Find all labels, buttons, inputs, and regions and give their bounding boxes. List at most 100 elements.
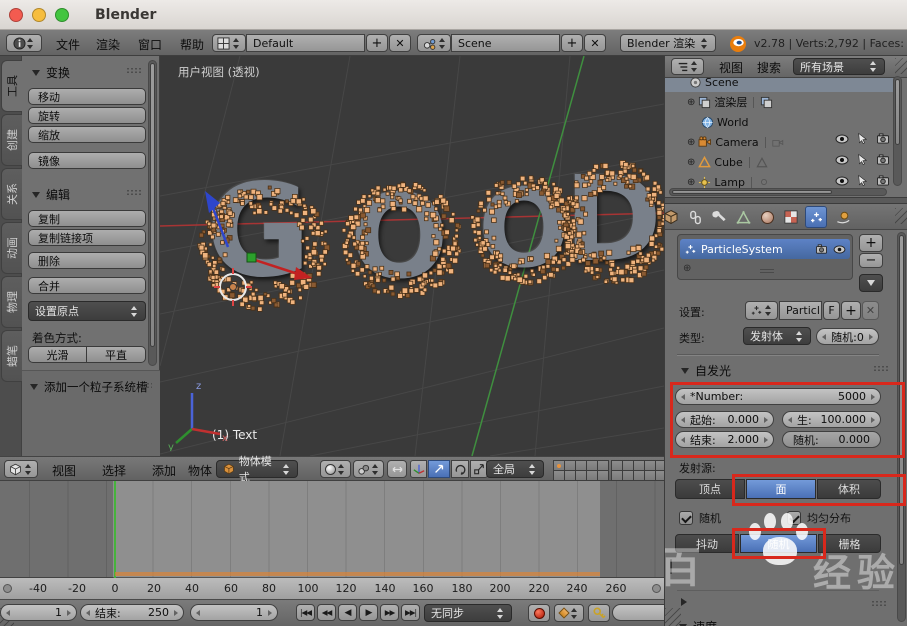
seed-field[interactable]: 随机:0 [816, 328, 879, 345]
tab-particles[interactable] [805, 206, 827, 228]
toolshelf-tab-greasepencil[interactable]: 蜡笔 [1, 330, 22, 382]
delete-scene-button[interactable]: ✕ [584, 34, 606, 52]
jump-to-end-button[interactable]: ▶▶| [401, 604, 420, 621]
particle-specials-dropdown[interactable] [859, 274, 883, 292]
tab-physics[interactable] [833, 207, 853, 227]
minimize-window-button[interactable] [32, 8, 46, 22]
menu-file[interactable]: 文件 [52, 36, 84, 53]
mode-dropdown[interactable]: 物体模式 [216, 460, 298, 478]
tab-object-data[interactable] [733, 207, 753, 227]
shade-flat-button[interactable]: 平直 [87, 346, 146, 363]
scene-icon-dropdown[interactable] [417, 34, 451, 52]
add-layout-button[interactable]: + [366, 34, 388, 52]
particle-settings-name-field[interactable]: Particl [779, 301, 822, 320]
random-order-checkbox[interactable]: 随机 [679, 510, 721, 526]
emit-from-faces-button[interactable]: 面 [746, 479, 816, 499]
timeline-canvas[interactable] [0, 481, 664, 578]
emission-panel-header[interactable]: 自发光 [681, 362, 731, 379]
corner-resize-grip[interactable] [895, 208, 907, 224]
outliner-menu-view[interactable]: 视图 [715, 59, 747, 76]
play-reverse-button[interactable]: ◀ [338, 604, 357, 621]
scrollbar-thumb[interactable] [672, 190, 832, 194]
keying-set-dropdown[interactable] [554, 604, 584, 622]
tab-texture[interactable] [781, 207, 801, 227]
add-scene-button[interactable]: + [561, 34, 583, 52]
corner-resize-grip[interactable] [665, 608, 681, 626]
duplicate-linked-button[interactable]: 复制链接项 [28, 229, 146, 246]
lifetime-random-field[interactable]: 随机:0.000 [782, 431, 881, 448]
manipulator-toggle-button[interactable] [410, 460, 427, 478]
emit-from-volume-button[interactable]: 体积 [817, 479, 881, 499]
translate-manipulator-button[interactable] [428, 460, 450, 478]
even-distribution-checkbox[interactable]: 均匀分布 [787, 510, 851, 526]
editor-type-info-dropdown[interactable] [6, 34, 42, 52]
unlink-settings-button[interactable]: ✕ [862, 301, 879, 320]
collapsed-panel-header[interactable] [681, 598, 687, 606]
scrollbar-cap-left[interactable] [3, 584, 12, 593]
distribution-jittered-button[interactable]: 抖动 [675, 534, 739, 553]
translate-z-handle[interactable] [213, 208, 228, 247]
viewport-menu-select[interactable]: 选择 [98, 462, 130, 479]
eye-icon[interactable] [835, 176, 849, 186]
cursor-select-icon[interactable] [857, 132, 868, 145]
maximize-window-button[interactable] [55, 8, 69, 22]
outliner-hscrollbar[interactable] [669, 188, 887, 196]
cursor-select-icon[interactable] [857, 153, 868, 166]
toolshelf-tab-create[interactable]: 创建 [1, 114, 22, 166]
outliner-row-cube[interactable]: ⊕ Cube [687, 152, 768, 172]
timeline-ruler-scrollbar[interactable]: -40 -20 0 20 40 60 80 100 120 140 160 18… [0, 578, 664, 600]
outliner-row-world[interactable]: World [701, 112, 749, 132]
toolshelf-tab-relations[interactable]: 关系 [1, 168, 22, 220]
checkbox-unchecked[interactable] [670, 559, 672, 574]
panel-grip[interactable] [871, 600, 886, 607]
jump-to-start-button[interactable]: |◀◀ [296, 604, 315, 621]
autokey-record-button[interactable] [528, 604, 550, 622]
viewport-3d[interactable]: GOOD 用户视图 (透视) (1) Text z y x [160, 56, 664, 456]
join-button[interactable]: 合并 [28, 277, 146, 294]
corner-resize-grip[interactable] [895, 58, 907, 74]
toolshelf-tab-physics[interactable]: 物理 [1, 276, 22, 328]
toolshelf-scrollbar[interactable] [148, 60, 157, 366]
distribution-grid-button[interactable]: 栅格 [818, 534, 881, 553]
panel-grip[interactable] [126, 189, 141, 196]
viewport-menu-object[interactable]: 物体 [184, 462, 216, 479]
expand-icon[interactable]: ⊕ [687, 177, 695, 188]
screen-layout-icon-dropdown[interactable] [212, 34, 246, 52]
scene-field[interactable]: Scene [451, 34, 560, 52]
scale-button[interactable]: 缩放 [28, 126, 146, 143]
outliner-menu-search[interactable]: 搜索 [753, 59, 785, 76]
render-restrict-icon[interactable] [876, 175, 890, 186]
close-window-button[interactable] [9, 8, 23, 22]
scrollbar-thumb[interactable] [150, 63, 155, 347]
proportional-edit-button[interactable] [387, 460, 407, 478]
outliner-row-scene[interactable]: Scene [689, 78, 739, 92]
checkbox-checked[interactable] [787, 511, 801, 525]
render-restrict-icon[interactable] [815, 244, 828, 254]
add-modifier-icon[interactable]: ⊕ [683, 263, 691, 274]
insert-keyframe-button[interactable] [588, 604, 610, 622]
velocity-panel-header[interactable]: 速度 [679, 618, 717, 626]
outliner-filter-dropdown[interactable]: 所有场景 [793, 58, 885, 75]
render-restrict-icon[interactable] [876, 154, 890, 165]
render-engine-dropdown[interactable]: Blender 渲染 [620, 34, 716, 52]
next-keyframe-button[interactable]: ▶▶ [380, 604, 399, 621]
number-field[interactable]: *Number:5000 [675, 388, 881, 405]
move-button[interactable]: 移动 [28, 88, 146, 105]
outliner-row-camera[interactable]: ⊕ Camera [687, 132, 784, 152]
expand-icon[interactable]: ⊕ [687, 157, 695, 168]
layers-grid[interactable] [553, 460, 609, 481]
scrollbar-thumb[interactable] [895, 79, 900, 145]
list-resize-grip[interactable] [760, 269, 774, 270]
expand-icon[interactable]: ⊕ [687, 137, 695, 148]
delete-layout-button[interactable]: ✕ [389, 34, 411, 52]
start-frame-field[interactable]: 1 [0, 604, 77, 621]
tab-object[interactable] [664, 207, 681, 227]
scrollbar-cap-right[interactable] [652, 584, 661, 593]
particle-type-dropdown[interactable]: 发射体 [743, 327, 811, 345]
menu-help[interactable]: 帮助 [176, 36, 208, 53]
translate-x-handle[interactable] [252, 259, 298, 274]
distribution-random-button[interactable]: 随机 [740, 534, 817, 553]
mirror-button[interactable]: 镜像 [28, 152, 146, 169]
translate-y-handle[interactable] [247, 253, 256, 262]
particle-system-row[interactable]: ParticleSystem [680, 239, 850, 259]
